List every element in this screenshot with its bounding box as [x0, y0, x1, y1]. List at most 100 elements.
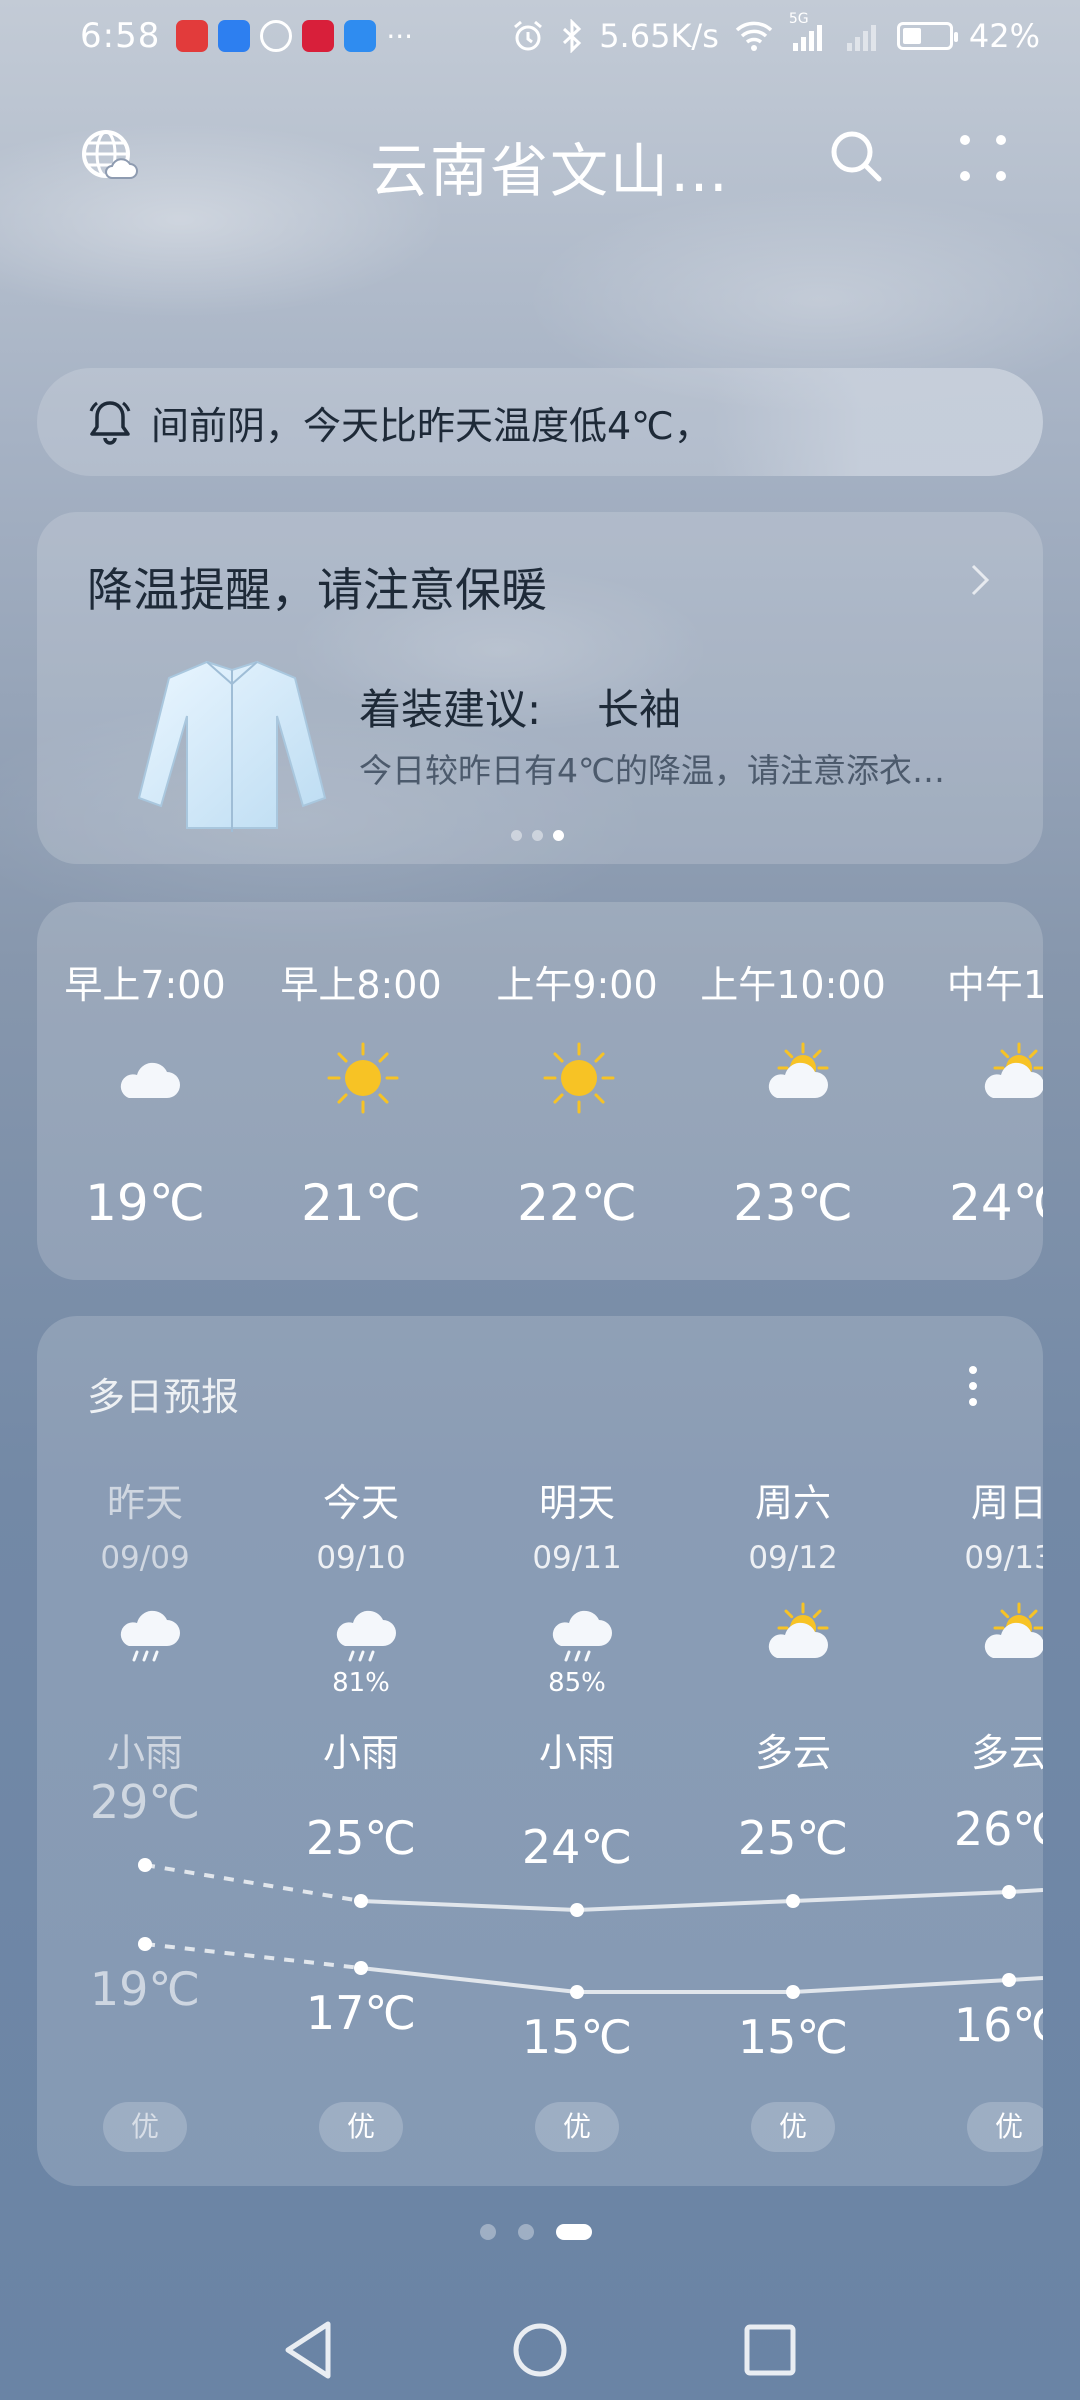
high-temp-point [570, 1903, 584, 1917]
system-nav-bar [0, 2300, 1080, 2400]
search-icon[interactable] [826, 126, 886, 186]
day-name: 周日 [970, 1481, 1043, 1525]
high-temp-point [1002, 1885, 1016, 1899]
low-temp-point [1002, 1973, 1016, 1987]
rain-icon [541, 1600, 617, 1676]
hourly-forecast-card[interactable]: 早上7:00 19℃ 早上8:00 21℃ 上午9:00 22℃ 上午10:00… [37, 902, 1043, 1280]
precipitation-probability: 81% [332, 1668, 390, 1698]
high-temp-point [138, 1858, 152, 1872]
high-temp: 24℃ [521, 1820, 633, 1874]
high-temp: 29℃ [89, 1775, 201, 1829]
alarm-icon [514, 20, 543, 51]
hourly-temp: 24℃ [949, 1174, 1043, 1232]
high-temp: 25℃ [737, 1811, 849, 1865]
high-temp-point [786, 1894, 800, 1908]
battery-percent: 42% [968, 17, 1040, 55]
day-condition: 小雨 [538, 1731, 615, 1775]
header: 云南省文山… [0, 110, 1080, 210]
day-name: 周六 [754, 1481, 831, 1525]
partly-cloudy-icon [973, 1600, 1043, 1676]
dressing-card-pager [511, 830, 564, 841]
daily-forecast-card[interactable]: 多日预报 昨天 09/09 小雨 29℃ 19℃ 优 今天 09/10 81% … [37, 1316, 1043, 2186]
chevron-right-icon[interactable] [969, 562, 993, 598]
location-title[interactable]: 云南省文山… [370, 124, 730, 208]
hourly-time: 早上7:00 [64, 963, 226, 1007]
dressing-advice-label: 着装建议: [359, 685, 542, 734]
page-dot [480, 2224, 496, 2240]
alert-text: 间前阴，今天比昨天温度低4℃， [151, 403, 712, 448]
day-date: 09/13 [964, 1540, 1043, 1576]
cellular-signal-2-icon [846, 25, 876, 51]
status-time: 6:58 [80, 16, 161, 56]
health-app-icon [302, 20, 335, 52]
weather-app-icon [344, 20, 377, 52]
battery-level [902, 28, 922, 44]
page-dot [518, 2224, 534, 2240]
hourly-temp: 23℃ [733, 1174, 853, 1232]
aqi-badge: 优 [535, 2102, 619, 2152]
hourly-time: 早上8:00 [280, 963, 442, 1007]
low-temp: 19℃ [89, 1962, 201, 2016]
partly-cloudy-icon [757, 1040, 833, 1116]
aqi-badge: 优 [319, 2102, 403, 2152]
day-condition: 多云 [754, 1731, 831, 1775]
status-bar: 6:58 ··· 5.65K/s 5G 42% [0, 0, 1080, 72]
low-temp-segment [792, 1978, 1010, 1994]
long-sleeve-shirt-icon [137, 660, 327, 832]
cellular-signal-icon: 5G [789, 11, 829, 53]
day-date: 09/10 [316, 1540, 406, 1576]
home-nav-icon[interactable] [500, 2310, 580, 2390]
recents-nav-icon[interactable] [730, 2310, 810, 2390]
day-date: 09/11 [532, 1540, 622, 1576]
rain-icon [325, 1600, 401, 1676]
low-temp-point [354, 1961, 368, 1975]
huawei-app-icon [176, 20, 209, 52]
low-temp: 16℃ [953, 1998, 1043, 2052]
partly-cloudy-icon [757, 1600, 833, 1676]
precipitation-probability: 85% [548, 1668, 606, 1698]
rain-icon [109, 1600, 185, 1676]
security-shield-icon [218, 20, 251, 52]
bluetooth-icon [563, 19, 582, 53]
high-temp-segment [792, 1890, 1010, 1903]
day-name: 今天 [322, 1481, 399, 1525]
dressing-description: 今日较昨日有4℃的降温，请注意添衣… [359, 751, 946, 790]
high-temp: 25℃ [305, 1811, 417, 1865]
low-temp-point [138, 1937, 152, 1951]
low-temp: 15℃ [737, 2010, 849, 2064]
daily-more-icon[interactable] [963, 1362, 983, 1410]
dressing-tip-card[interactable]: 降温提醒，请注意保暖 着装建议: 长袖 今日较昨日有4℃的降温，请注意添衣… [37, 512, 1043, 864]
hourly-temp: 19℃ [85, 1174, 205, 1232]
pager-dot [553, 830, 564, 841]
city-page-indicator [480, 2224, 592, 2240]
high-temp-segment [1008, 1888, 1043, 1894]
day-name: 明天 [538, 1481, 615, 1525]
day-date: 09/09 [100, 1540, 190, 1576]
low-temp: 17℃ [305, 1986, 417, 2040]
more-notifications-icon: ··· [386, 19, 414, 53]
weather-alert-bar[interactable]: 间前阴，今天比昨天温度低4℃， [37, 368, 1043, 476]
low-temp-segment [1008, 1976, 1043, 1982]
sunny-icon [325, 1040, 401, 1116]
more-options-icon[interactable] [955, 130, 1011, 186]
low-temp-point [786, 1985, 800, 1999]
hourly-temp: 21℃ [301, 1174, 421, 1232]
daily-forecast-title: 多日预报 [87, 1375, 240, 1419]
city-manage-globe-icon[interactable] [78, 126, 138, 186]
day-date: 09/12 [748, 1540, 838, 1576]
low-temp: 15℃ [521, 2010, 633, 2064]
bell-icon [89, 401, 131, 445]
back-nav-icon[interactable] [270, 2310, 350, 2390]
day-condition: 小雨 [322, 1731, 399, 1775]
pager-dot [532, 830, 543, 841]
cloudy-icon [109, 1040, 185, 1116]
day-condition: 小雨 [106, 1731, 183, 1775]
wifi-icon [735, 21, 773, 51]
notification-icons: ··· [176, 20, 413, 53]
high-temp-segment [576, 1899, 794, 1912]
alert-fade [713, 368, 1043, 476]
hourly-temp: 22℃ [517, 1174, 637, 1232]
hourly-time: 中午11 [946, 963, 1043, 1007]
aqi-badge: 优 [103, 2102, 187, 2152]
aqi-badge: 优 [967, 2102, 1043, 2152]
